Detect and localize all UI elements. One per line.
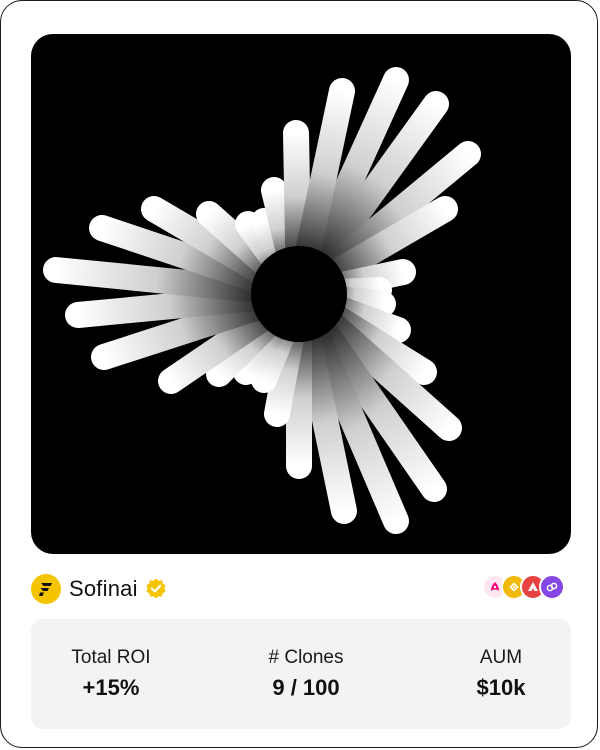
stat-total-roi: Total ROI +15% <box>61 647 161 701</box>
stat-value: +15% <box>82 675 140 700</box>
strategy-stats: Total ROI +15% # Clones 9 / 100 AUM $10k <box>31 619 571 729</box>
strategy-card[interactable]: Sofinai Total ROI +15% # Clones 9 / 100 <box>0 0 598 748</box>
stat-clones: # Clones 9 / 100 <box>241 647 371 701</box>
polygon-icon <box>539 574 565 600</box>
sofinai-logo-icon <box>31 574 61 604</box>
strategy-name[interactable]: Sofinai <box>69 576 138 602</box>
stat-label: AUM <box>479 647 523 668</box>
generative-artwork <box>31 34 571 554</box>
stat-value: $10k <box>476 675 526 700</box>
strategy-identity: Sofinai <box>31 573 168 605</box>
supported-chains <box>482 574 565 600</box>
center-hole <box>251 246 347 342</box>
radial-burst-graphic <box>43 67 481 534</box>
stat-value: 9 / 100 <box>272 675 340 700</box>
verified-badge-icon <box>146 578 166 599</box>
stat-label: Total ROI <box>71 647 151 668</box>
stat-label: # Clones <box>268 647 344 668</box>
stat-aum: AUM $10k <box>461 647 541 701</box>
